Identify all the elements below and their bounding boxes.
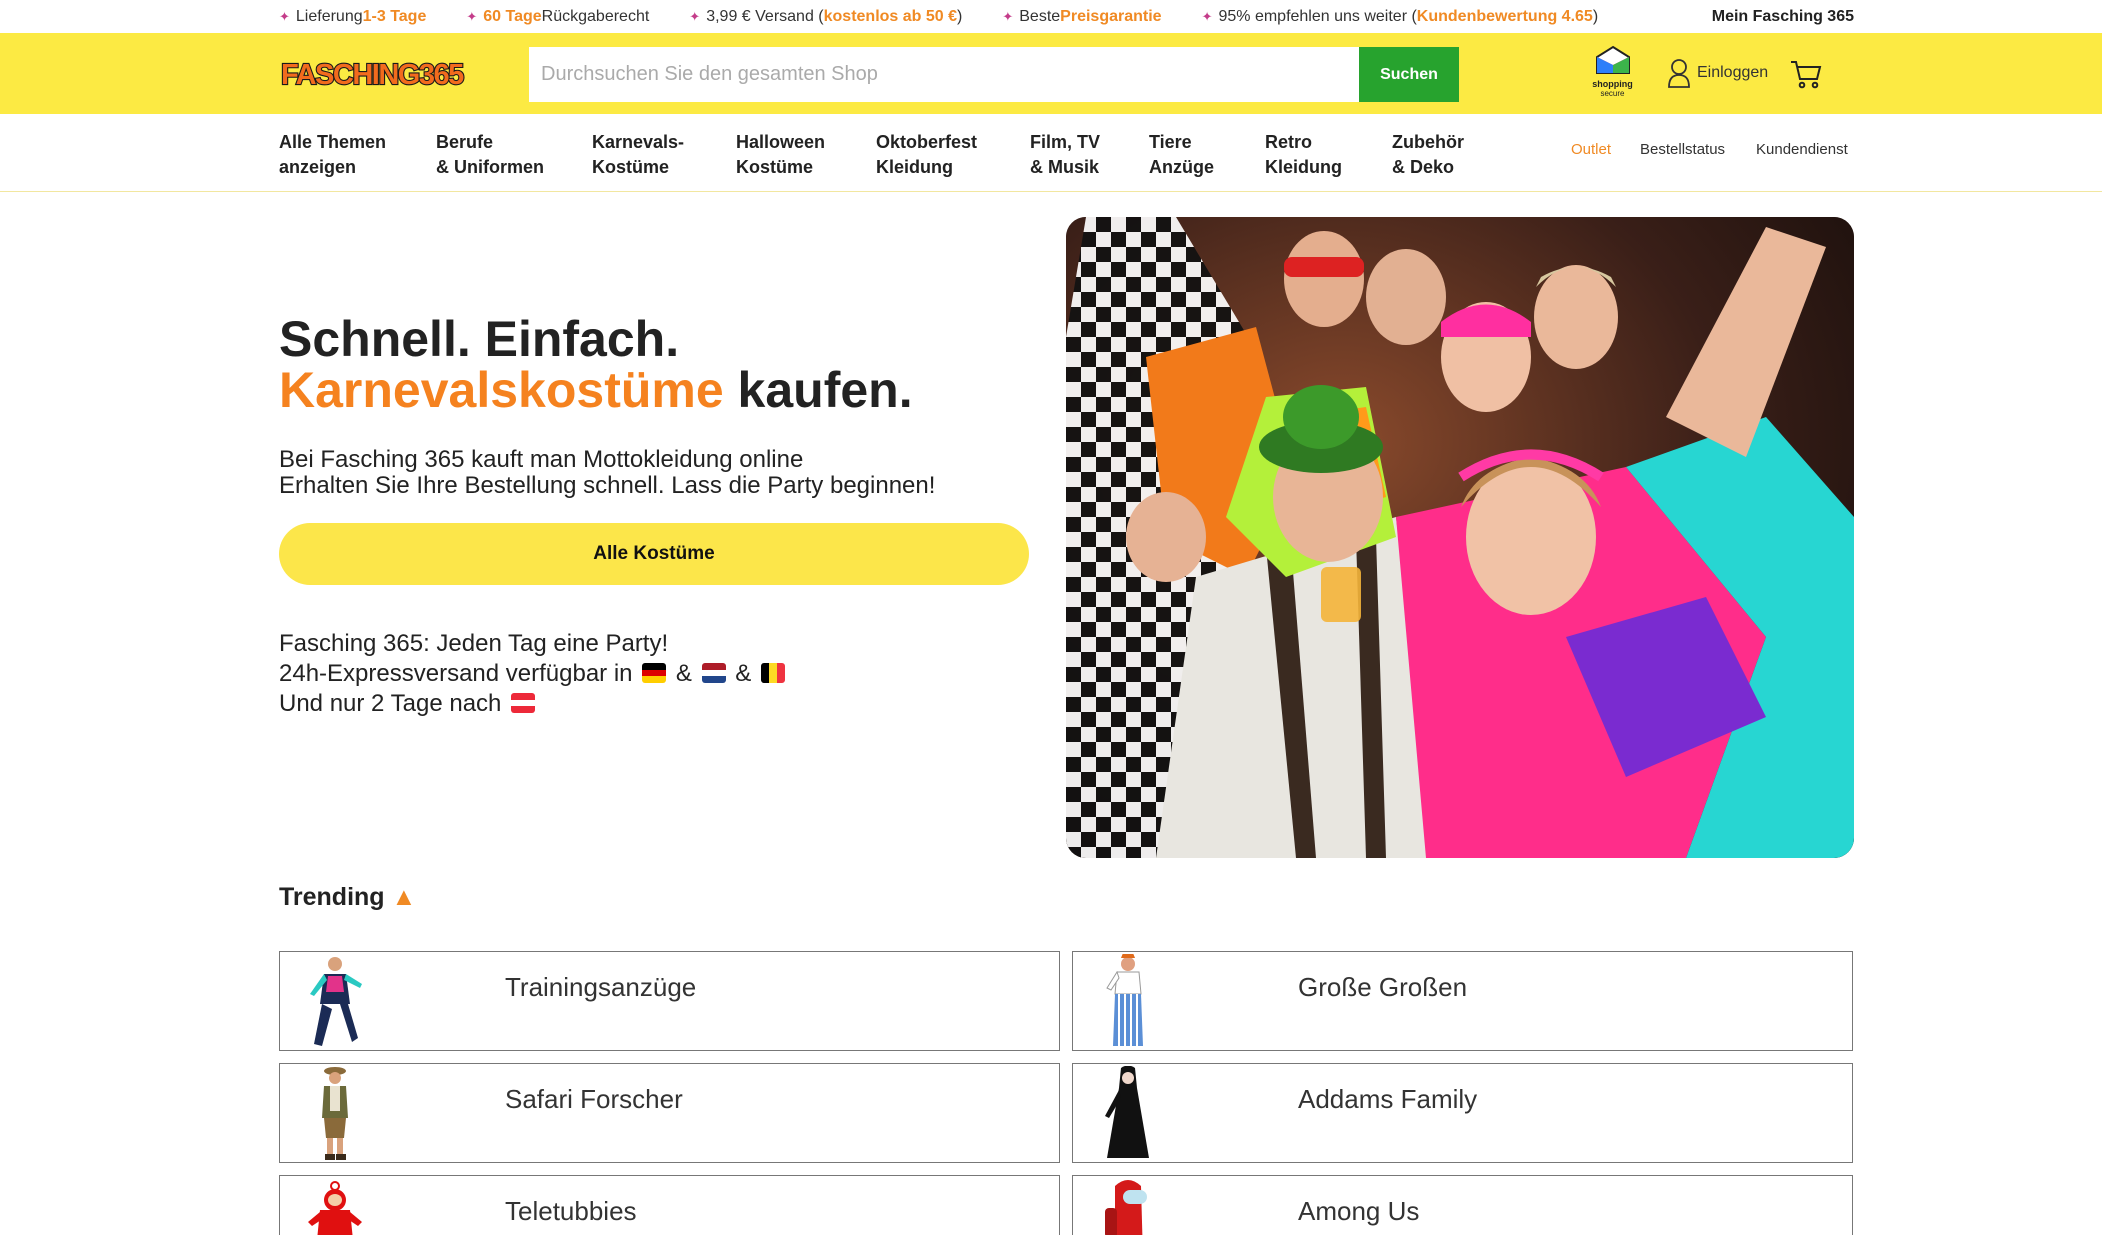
trending-card-big-sizes[interactable]: Große Großen — [1072, 951, 1853, 1051]
trending-card-label: Among Us — [1298, 1196, 1420, 1226]
my-account-link[interactable]: Mein Fasching 365 — [1712, 8, 1854, 26]
overalls-figure-icon — [1106, 954, 1143, 1046]
fasching365-logo[interactable]: FASCHING365 — [279, 57, 465, 90]
trending-card-tracksuits[interactable]: Trainingsanzüge — [279, 951, 1060, 1051]
fire-icon: ▲ — [391, 883, 417, 911]
search-bar: Suchen — [529, 47, 1459, 102]
search-button[interactable]: Suchen — [1359, 47, 1459, 102]
red-crewmate-figure-icon — [1105, 1180, 1147, 1235]
usp-highlight: Kundenbewertung 4.65 — [1416, 7, 1593, 25]
black-dress-figure-icon — [1105, 1066, 1149, 1158]
usp-price: ✦ Beste Preisgarantie — [1002, 8, 1161, 26]
secure-label: shopping — [1592, 79, 1633, 89]
nav-retro[interactable]: Retro Kleidung — [1265, 130, 1342, 180]
login-label: Einloggen — [1697, 64, 1769, 81]
usp-highlight: 60 Tage — [483, 7, 542, 25]
trending-card-safari[interactable]: Safari Forscher — [279, 1063, 1060, 1163]
usp-highlight: 1-3 Tage — [362, 7, 427, 25]
usp-text: Lieferung — [295, 7, 363, 25]
germany-flag-icon — [642, 663, 667, 683]
party-icon: ✦ — [1201, 8, 1213, 24]
party-icon: ✦ — [279, 8, 290, 24]
nav-customer-service[interactable]: Kundendienst — [1756, 141, 1848, 158]
nav-animals[interactable]: Tiere Anzüge — [1149, 130, 1214, 180]
hero-title-rest: kaufen. — [723, 362, 913, 418]
hero-title: Schnell. Einfach. Karnevalskostüme kaufe… — [279, 314, 1039, 416]
nav-outlet[interactable]: Outlet — [1571, 141, 1611, 158]
hero-info-line3: Und nur 2 Tage nach — [279, 690, 502, 717]
hero-title-highlight: Karnevalskostüme — [279, 362, 724, 418]
hero-party-photo — [1066, 217, 1854, 858]
trending-card-label: Große Großen — [1298, 972, 1468, 1002]
usp-text: ) — [957, 7, 963, 25]
nav-halloween[interactable]: Halloween Kostüme — [736, 130, 825, 180]
usp-returns: ✦ 60 Tage Rückgaberecht — [466, 8, 649, 26]
party-icon: ✦ — [689, 8, 701, 24]
login-link[interactable]: Einloggen — [1667, 58, 1768, 88]
hero-subtitle: Bei Fasching 365 kauft man Mottokleidung… — [279, 447, 935, 499]
safari-figure-icon — [322, 1067, 348, 1160]
hero-info-line1: Fasching 365: Jeden Tag eine Party! — [279, 630, 669, 657]
shopping-secure-badge[interactable]: shopping secure — [1585, 45, 1640, 103]
nav-oktoberfest[interactable]: Oktoberfest Kleidung — [876, 130, 977, 180]
usp-text: 3,99 € Versand ( — [706, 7, 824, 25]
hero-shipping-info: Fasching 365: Jeden Tag eine Party! 24h-… — [279, 629, 788, 719]
usp-text: Rückgaberecht — [541, 7, 650, 25]
secure-house-icon — [1595, 45, 1630, 74]
trending-card-addams[interactable]: Addams Family — [1072, 1063, 1853, 1163]
red-teletubby-figure-icon — [308, 1181, 362, 1235]
trending-heading: Trending ▲ — [279, 883, 416, 912]
all-costumes-button[interactable]: Alle Kostüme — [279, 523, 1029, 585]
usp-shipping: ✦ 3,99 € Versand (kostenlos ab 50 €) — [689, 8, 962, 26]
secure-label-2: secure — [1600, 89, 1625, 98]
trending-card-among-us[interactable]: Among Us — [1072, 1175, 1853, 1235]
usp-highlight: Preisgarantie — [1060, 7, 1162, 25]
trending-card-teletubbies[interactable]: Teletubbies — [279, 1175, 1060, 1235]
hero-title-line1: Schnell. Einfach. — [279, 311, 680, 367]
user-icon — [1668, 59, 1690, 88]
usp-rating: ✦ 95% empfehlen uns weiter (Kundenbewertu… — [1202, 8, 1599, 26]
usp-text: ) — [1592, 7, 1599, 25]
nav-professions[interactable]: Berufe & Uniformen — [436, 130, 544, 180]
party-icon: ✦ — [1002, 8, 1014, 24]
trending-title: Trending — [279, 883, 385, 911]
usp-delivery: ✦ Lieferung 1-3 Tage — [279, 8, 426, 26]
usp-text: Beste — [1019, 7, 1061, 25]
belgium-flag-icon — [760, 663, 785, 683]
austria-flag-icon — [511, 693, 536, 713]
tracksuit-figure-icon — [310, 957, 362, 1046]
search-input[interactable] — [529, 47, 1359, 102]
trending-card-label: Safari Forscher — [505, 1084, 683, 1114]
svg-text:FASCHING365: FASCHING365 — [281, 59, 464, 90]
nav-carnival[interactable]: Karnevals- Kostüme — [592, 130, 684, 180]
trending-card-label: Trainingsanzüge — [505, 972, 697, 1002]
nav-accessories[interactable]: Zubehör & Deko — [1392, 130, 1464, 180]
ampersand: & — [735, 660, 752, 687]
nav-all-themes[interactable]: Alle Themen anzeigen — [279, 130, 386, 180]
hero-info-line2: 24h-Expressversand verfügbar in — [279, 660, 633, 687]
netherlands-flag-icon — [701, 663, 726, 683]
usp-highlight: kostenlos ab 50 € — [823, 7, 958, 25]
trending-card-label: Addams Family — [1298, 1084, 1478, 1114]
cart-icon[interactable] — [1790, 59, 1822, 89]
trending-card-label: Teletubbies — [505, 1196, 637, 1226]
hero-subtitle-line1: Bei Fasching 365 kauft man Mottokleidung… — [279, 446, 804, 473]
hero-subtitle-line2: Erhalten Sie Ihre Bestellung schnell. La… — [279, 472, 936, 499]
header: FASCHING365 Suchen shopping secure Einlo… — [0, 33, 2102, 114]
nav-film-tv[interactable]: Film, TV & Musik — [1030, 130, 1100, 180]
nav-order-status[interactable]: Bestellstatus — [1640, 141, 1725, 158]
usp-text: 95% empfehlen uns weiter ( — [1218, 7, 1417, 25]
party-icon: ✦ — [466, 8, 478, 24]
ampersand: & — [675, 660, 692, 687]
category-nav: Alle Themen anzeigen Berufe & Uniformen … — [0, 114, 2102, 192]
usp-bar: ✦ Lieferung 1-3 Tage ✦ 60 Tage Rückgaberec… — [0, 0, 2102, 33]
